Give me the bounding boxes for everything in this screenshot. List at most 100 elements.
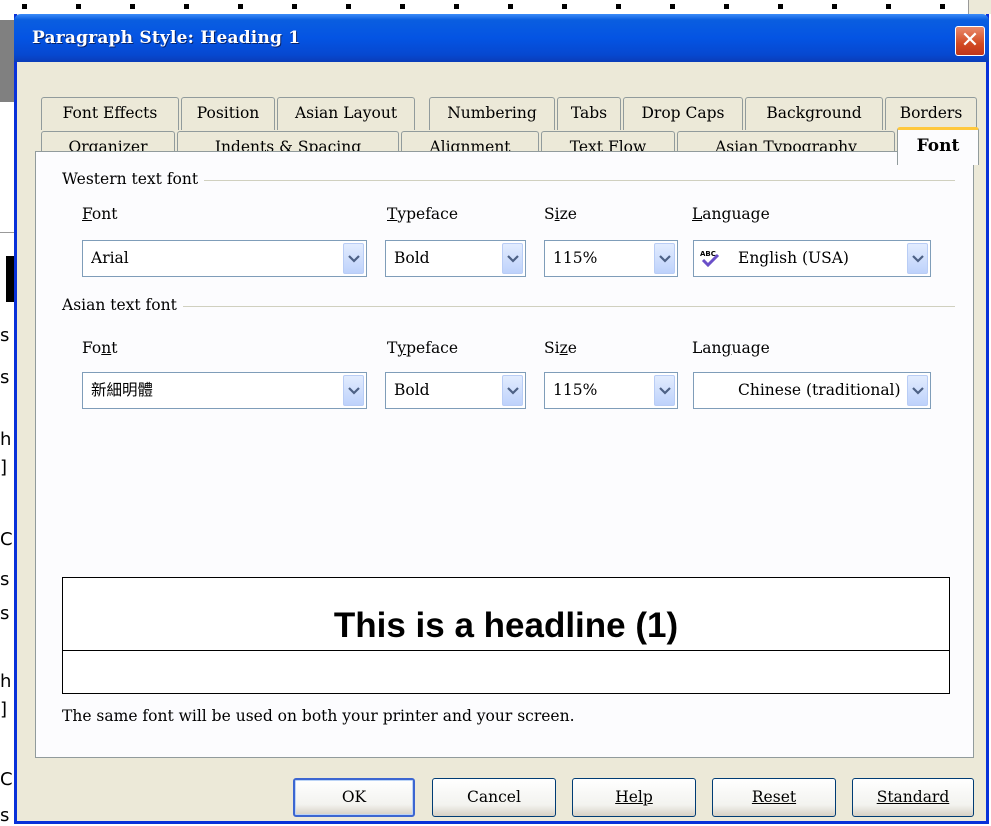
svg-text:ABC: ABC bbox=[700, 250, 716, 258]
tab-borders[interactable]: Borders bbox=[885, 97, 977, 130]
asian-size-value: 115% bbox=[553, 381, 598, 399]
help-button-label: Help bbox=[615, 788, 653, 806]
western-font-value: Arial bbox=[91, 249, 129, 267]
asian-size-dropdown-button[interactable] bbox=[654, 375, 675, 406]
asian-font-combo[interactable]: 新細明體 bbox=[82, 372, 367, 409]
asian-typeface-label: Typeface bbox=[387, 339, 459, 357]
ruler-tick bbox=[22, 4, 27, 9]
ruler-tick bbox=[454, 4, 459, 9]
chevron-down-icon bbox=[348, 255, 360, 263]
background-text-fragment: C bbox=[0, 770, 12, 790]
background-text-fragment: s bbox=[0, 806, 10, 826]
ruler-tick bbox=[778, 4, 783, 9]
background-text-fragment: s bbox=[0, 368, 10, 388]
font-preview: This is a headline (1) bbox=[62, 577, 950, 694]
ruler-tick bbox=[292, 4, 297, 9]
ruler-tick bbox=[346, 4, 351, 9]
western-group-label: Western text font bbox=[62, 170, 205, 188]
background-divider bbox=[0, 232, 14, 233]
western-size-value: 115% bbox=[553, 249, 598, 267]
asian-language-dropdown-button[interactable] bbox=[907, 375, 928, 406]
close-icon: ✕ bbox=[960, 28, 980, 53]
asian-group-line bbox=[62, 306, 955, 307]
ruler-tick bbox=[940, 4, 945, 9]
background-window-corner bbox=[968, 0, 991, 14]
western-size-combo[interactable]: 115% bbox=[544, 240, 678, 277]
chevron-down-icon bbox=[507, 387, 519, 395]
chevron-down-icon bbox=[348, 387, 360, 395]
tab-asian-layout[interactable]: Asian Layout bbox=[277, 97, 415, 130]
western-font-label: Font bbox=[82, 205, 118, 223]
western-size-label: Size bbox=[544, 205, 577, 223]
reset-button[interactable]: Reset bbox=[712, 778, 836, 817]
ruler-tick bbox=[130, 4, 135, 9]
ruler-tick bbox=[184, 4, 189, 9]
asian-font-value: 新細明體 bbox=[91, 381, 154, 399]
background-text-fragment: ] bbox=[0, 458, 8, 478]
background-text-fragment: C bbox=[0, 530, 12, 550]
title-bar[interactable]: Paragraph Style: Heading 1 ✕ bbox=[14, 14, 989, 62]
tab-tabs[interactable]: Tabs bbox=[557, 97, 621, 130]
ruler-tick bbox=[724, 4, 729, 9]
ok-button[interactable]: OK bbox=[293, 778, 415, 817]
ruler-tick bbox=[238, 4, 243, 9]
standard-button-label: Standard bbox=[876, 788, 950, 806]
ruler-tick bbox=[76, 4, 81, 9]
western-font-label-rest: ont bbox=[91, 205, 118, 223]
preview-note: The same font will be used on both your … bbox=[62, 707, 575, 725]
background-text-block bbox=[6, 256, 14, 302]
close-button[interactable]: ✕ bbox=[955, 26, 985, 56]
standard-button[interactable]: Standard bbox=[852, 778, 974, 817]
western-language-dropdown-button[interactable] bbox=[907, 243, 928, 274]
preview-headline: This is a headline (1) bbox=[330, 606, 682, 645]
asian-typeface-dropdown-button[interactable] bbox=[502, 375, 523, 406]
asian-font-dropdown-button[interactable] bbox=[343, 375, 364, 406]
asian-size-combo[interactable]: 115% bbox=[544, 372, 678, 409]
ruler-tick bbox=[508, 4, 513, 9]
cancel-button[interactable]: Cancel bbox=[432, 778, 556, 817]
asian-size-label: Size bbox=[544, 339, 577, 357]
background-text-fragment: s bbox=[0, 326, 10, 346]
tab-font-effects[interactable]: Font Effects bbox=[41, 97, 179, 130]
western-language-combo[interactable]: ABC English (USA) bbox=[693, 240, 931, 277]
asian-group-label: Asian text font bbox=[62, 296, 183, 314]
asian-typeface-value: Bold bbox=[394, 381, 430, 399]
tab-numbering[interactable]: Numbering bbox=[429, 97, 555, 130]
ruler-tick bbox=[616, 4, 621, 9]
chevron-down-icon bbox=[659, 387, 671, 395]
asian-language-label: Language bbox=[692, 339, 770, 357]
western-language-value: English (USA) bbox=[738, 249, 849, 267]
western-language-label: Language bbox=[692, 205, 770, 223]
ruler-tick bbox=[832, 4, 837, 9]
chevron-down-icon bbox=[912, 255, 924, 263]
western-font-combo[interactable]: Arial bbox=[82, 240, 367, 277]
tab-font[interactable]: Font bbox=[897, 127, 979, 165]
dialog-title: Paragraph Style: Heading 1 bbox=[32, 28, 301, 48]
chevron-down-icon bbox=[659, 255, 671, 263]
asian-language-value: Chinese (traditional) bbox=[738, 381, 901, 399]
chevron-down-icon bbox=[507, 255, 519, 263]
ruler-tick bbox=[562, 4, 567, 9]
reset-button-label: Reset bbox=[751, 788, 797, 806]
western-typeface-combo[interactable]: Bold bbox=[385, 240, 526, 277]
asian-font-label: Font bbox=[82, 339, 118, 357]
background-text-fragment: ] bbox=[0, 700, 8, 720]
background-text-fragment: h bbox=[0, 430, 12, 450]
help-button[interactable]: Help bbox=[572, 778, 696, 817]
tab-background[interactable]: Background bbox=[745, 97, 883, 130]
western-typeface-label: Typeface bbox=[387, 205, 459, 223]
ruler-tick bbox=[886, 4, 891, 9]
asian-language-combo[interactable]: Chinese (traditional) bbox=[693, 372, 931, 409]
western-size-dropdown-button[interactable] bbox=[654, 243, 675, 274]
western-typeface-dropdown-button[interactable] bbox=[502, 243, 523, 274]
preview-baseline bbox=[63, 650, 949, 651]
spellcheck-abc-icon: ABC bbox=[700, 250, 720, 267]
asian-typeface-combo[interactable]: Bold bbox=[385, 372, 526, 409]
ruler-tick bbox=[670, 4, 675, 9]
western-font-dropdown-button[interactable] bbox=[343, 243, 364, 274]
western-typeface-value: Bold bbox=[394, 249, 430, 267]
preview-text: This is a headline (1) bbox=[63, 602, 949, 650]
tab-position[interactable]: Position bbox=[181, 97, 275, 130]
tab-drop-caps[interactable]: Drop Caps bbox=[623, 97, 743, 130]
background-text-fragment: h bbox=[0, 672, 12, 692]
